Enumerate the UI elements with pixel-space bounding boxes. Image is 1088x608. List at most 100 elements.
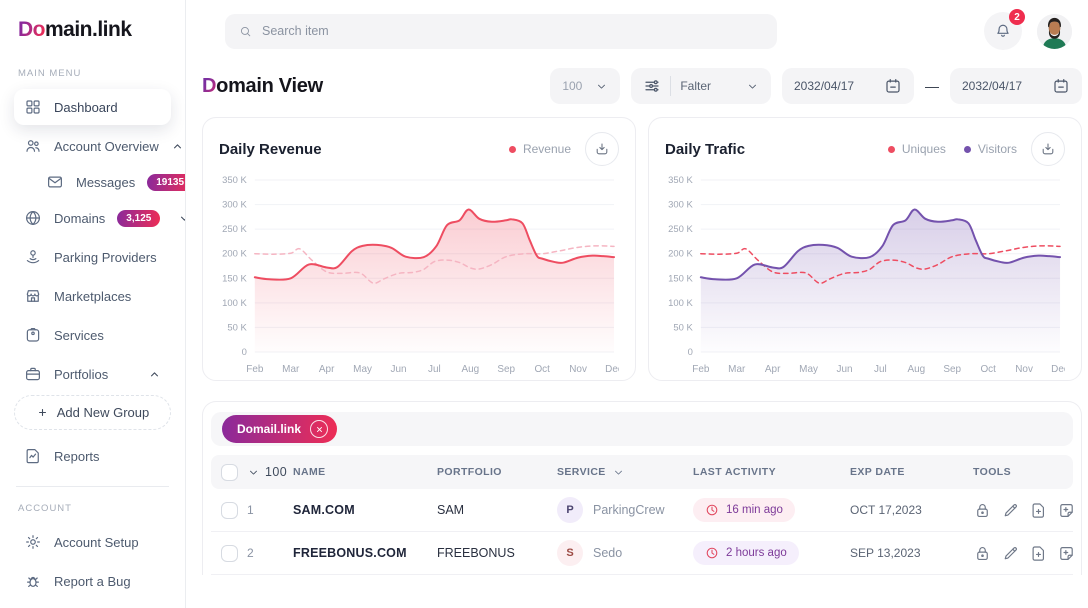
legend-visitors: Visitors [964,142,1017,156]
briefcase-icon [24,365,42,383]
row-count-header[interactable]: 100 [247,465,293,479]
svg-text:Jun: Jun [836,364,852,375]
table-row: 2FREEBONUS.COMFREEBONUSSSedo2 hours agoS… [211,532,1073,575]
sidebar-item-label: Messages [76,175,135,190]
bug-icon [24,572,42,590]
svg-text:Mar: Mar [282,364,300,375]
daily-traffic-card: Daily Trafic Uniques Visitors 350 K300 K… [648,117,1082,381]
svg-text:Oct: Oct [534,364,550,375]
download-button[interactable] [585,132,619,166]
download-button[interactable] [1031,132,1065,166]
user-avatar[interactable] [1037,14,1072,49]
domains-badge: 3,125 [117,210,160,227]
messages-badge: 19135 [147,174,186,191]
chevron-down-icon [595,80,608,93]
filter-dropdown[interactable]: Falter [631,68,771,104]
sidebar-item-label: Reports [54,449,100,464]
note-add-icon[interactable] [1057,544,1076,563]
svg-text:150 K: 150 K [668,273,693,284]
sidebar-item-marketplaces[interactable]: Marketplaces [14,278,171,314]
svg-text:Feb: Feb [246,364,264,375]
filter-label: Falter [680,79,711,93]
clock-icon [705,546,719,560]
daily-revenue-chart: 350 K300 K250 K200 K150 K100 K50 K0FebMa… [219,170,619,378]
store-icon [24,287,42,305]
users-icon [24,137,42,155]
row-checkbox[interactable] [221,545,238,562]
svg-text:100 K: 100 K [668,298,693,309]
sidebar-item-label: Portfolios [54,367,108,382]
daily-revenue-card: Daily Revenue Revenue 350 K300 K250 K200… [202,117,636,381]
page-size-value: 100 [562,79,582,93]
date-from-picker[interactable]: 2032/04/17 [782,68,914,104]
svg-text:Nov: Nov [1015,364,1033,375]
legend-uniques: Uniques [888,142,946,156]
file-plus-icon[interactable] [1029,501,1048,520]
box-icon [24,326,42,344]
edit-icon[interactable] [1001,501,1020,520]
table-row: 1SAM.COMSAMPParkingCrew16 min agoOCT 17,… [211,489,1073,532]
col-service[interactable]: SERVICE [557,466,693,479]
lock-icon[interactable] [973,544,992,563]
sidebar-item-label: Services [54,328,104,343]
notifications-button[interactable]: 2 [984,12,1022,50]
chart-title: Daily Trafic [665,141,745,158]
avatar-illustration [1037,14,1072,49]
legend-revenue: Revenue [509,142,571,156]
sidebar-item-label: Account Overview [54,139,159,154]
search-bar[interactable] [225,14,777,49]
lock-icon[interactable] [973,501,992,520]
page-size-select[interactable]: 100 [550,68,620,104]
svg-text:Nov: Nov [569,364,587,375]
sidebar-item-dashboard[interactable]: Dashboard [14,89,171,125]
col-tools: TOOLS [973,466,1073,478]
chevron-up-icon [148,368,161,381]
svg-text:Oct: Oct [980,364,996,375]
sidebar-item-portfolios[interactable]: Portfolios [14,356,171,392]
sidebar-item-parking-providers[interactable]: Parking Providers [14,239,171,275]
note-add-icon[interactable] [1057,501,1076,520]
logo-accent: Do [18,18,45,41]
sidebar-divider [16,486,169,487]
sidebar-item-domains[interactable]: Domains3,125 [14,200,171,236]
search-input[interactable] [262,24,763,38]
select-all-checkbox[interactable] [221,464,238,481]
col-name: NAME [293,466,437,478]
svg-text:50 K: 50 K [227,322,247,333]
sidebar-item-messages[interactable]: Messages19135 [40,167,171,197]
add-new-group-button[interactable]: Add New Group [14,395,171,430]
hand-coin-icon [24,248,42,266]
sidebar-item-account-setup[interactable]: Account Setup [14,524,171,560]
remove-filter-icon[interactable] [310,420,328,438]
portfolio-name: FREEBONUS [437,546,557,560]
row-number: 1 [247,503,293,517]
sidebar-item-services[interactable]: Services [14,317,171,353]
date-to-picker[interactable]: 2032/04/17 [950,68,1082,104]
file-plus-icon[interactable] [1029,544,1048,563]
sidebar-item-account-overview[interactable]: Account Overview [14,128,171,164]
legend-dot [964,146,971,153]
row-checkbox[interactable] [221,502,238,519]
logo-rest: main.link [45,18,132,41]
edit-icon[interactable] [1001,544,1020,563]
filter-tag[interactable]: Domail.link [222,415,337,443]
bell-icon [994,22,1012,40]
sidebar-section-label: ACCOUNT [18,503,167,514]
svg-text:150 K: 150 K [222,273,247,284]
service-cell: PParkingCrew [557,497,693,523]
table-header: 100 NAME PORTFOLIO SERVICE LAST ACTIVITY… [211,455,1073,489]
dashboard-icon [24,98,42,116]
sidebar: Domain.link MAIN MENUDashboardAccount Ov… [0,0,186,608]
mail-icon [46,173,64,191]
sidebar-item-report-a-bug[interactable]: Report a Bug [14,563,171,599]
svg-text:Apr: Apr [765,364,781,375]
svg-text:Jul: Jul [874,364,887,375]
svg-text:Aug: Aug [907,364,925,375]
col-exp-date: EXP DATE [850,466,973,478]
svg-text:250 K: 250 K [668,224,693,235]
col-portfolio: PORTFOLIO [437,466,557,478]
service-initial: P [557,497,583,523]
sidebar-item-reports[interactable]: Reports [14,438,171,474]
svg-text:300 K: 300 K [222,200,247,211]
app-logo: Domain.link [18,18,167,42]
